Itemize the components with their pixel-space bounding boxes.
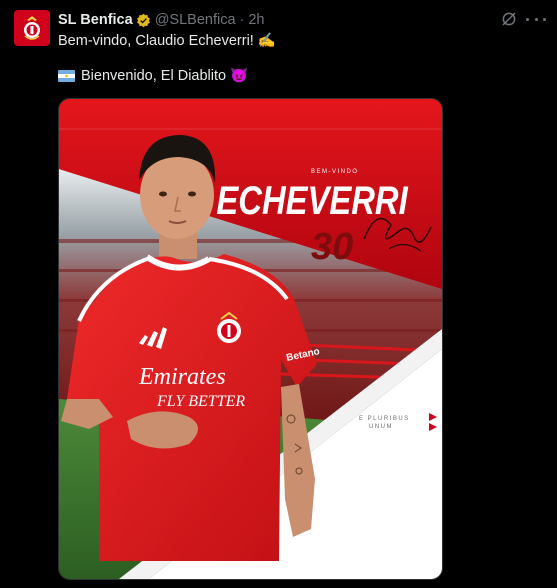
more-icon[interactable] [526,10,546,28]
poster-motto-line1: E PLURIBUS [359,416,410,422]
tweet-text-line1: Bem-vindo, Claudio Echeverri! ✍️ [58,33,276,49]
poster-top-label: BEM-VINDO [311,169,359,175]
tweet-media[interactable]: BEM-VINDO ECHEVERRI 30 E PLURIBUS UNUM E… [58,98,443,580]
grok-icon[interactable] [500,10,518,28]
display-name[interactable]: SL Benfica [58,12,133,28]
benfica-crest-icon [24,16,40,40]
handle[interactable]: @SLBenfica [155,12,236,28]
tweet[interactable]: SL Benfica @SLBenfica · 2h Bem-vindo, Cl… [0,0,557,588]
separator: · [239,12,245,28]
argentina-flag-icon [58,69,75,82]
timestamp[interactable]: 2h [248,12,264,28]
shirt-sponsor-line1: Emirates [138,364,226,390]
poster-surname: ECHEVERRI [216,178,408,223]
avatar[interactable] [14,10,50,46]
shirt-sponsor-line2: FLY BETTER [156,393,245,410]
poster-motto-line2: UNUM [369,424,393,430]
tweet-text-line2: Bienvenido, El Diablito 😈 [81,68,249,84]
poster-number: 30 [311,226,353,268]
welcome-poster: BEM-VINDO ECHEVERRI 30 E PLURIBUS UNUM E… [59,99,442,579]
verified-badge-icon [136,13,151,28]
